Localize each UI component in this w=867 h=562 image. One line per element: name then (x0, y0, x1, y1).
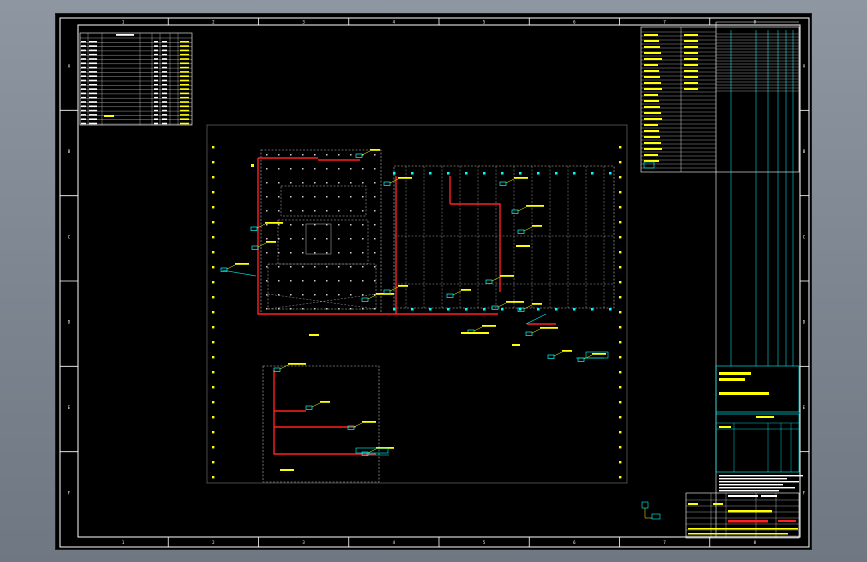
building-plan-left (260, 149, 382, 315)
border-zone-number: 2 (212, 540, 215, 545)
border-zone-letter: F (68, 490, 71, 495)
border-zone-number: 5 (483, 20, 486, 25)
cad-drawing-viewport[interactable]: 1122334455667788AABBCCDDEEFF (55, 13, 812, 550)
border-zone-letter: B (803, 149, 806, 154)
building-plan-right (393, 165, 615, 311)
border-zone-number: 2 (212, 20, 215, 25)
border-zone-ticks (60, 18, 809, 547)
border-zone-number: 6 (573, 540, 576, 545)
border-zone-number: 3 (302, 540, 305, 545)
border-zone-letter: E (803, 405, 806, 410)
border-zone-number: 7 (663, 20, 666, 25)
title-block-right (640, 21, 803, 537)
border-zone-number: 7 (663, 540, 666, 545)
detail-plan-frame (262, 365, 380, 483)
north-arrow-symbol (641, 501, 661, 520)
title-block-bottom (685, 492, 800, 539)
border-zone-number: 8 (754, 540, 757, 545)
border-zone-letter: E (68, 405, 71, 410)
plan-area-frame (206, 124, 628, 484)
border-zone-number: 3 (302, 20, 305, 25)
border-zone-number: 1 (122, 540, 125, 545)
border-zone-number: 1 (122, 20, 125, 25)
cad-drawing-canvas[interactable]: 1122334455667788A AB BC CD DE EF F (56, 14, 813, 551)
border-zone-letter: A (68, 64, 71, 69)
border-zone-number: 4 (393, 20, 396, 25)
border-zone-letter: F (803, 490, 806, 495)
border-zone-letter: A (803, 64, 806, 69)
border-zone-letter: D (803, 320, 806, 325)
border-zone-number: 4 (393, 540, 396, 545)
sheet-outer-frame (59, 17, 810, 548)
border-zone-letter: C (68, 234, 71, 239)
equipment-schedule-table (79, 32, 193, 126)
border-zone-letter: D (68, 320, 71, 325)
border-zone-number: 6 (573, 20, 576, 25)
border-zone-letter: B (68, 149, 71, 154)
border-zone-letter: C (803, 234, 806, 239)
pipe-routes (257, 157, 556, 455)
border-zone-number: 5 (483, 540, 486, 545)
